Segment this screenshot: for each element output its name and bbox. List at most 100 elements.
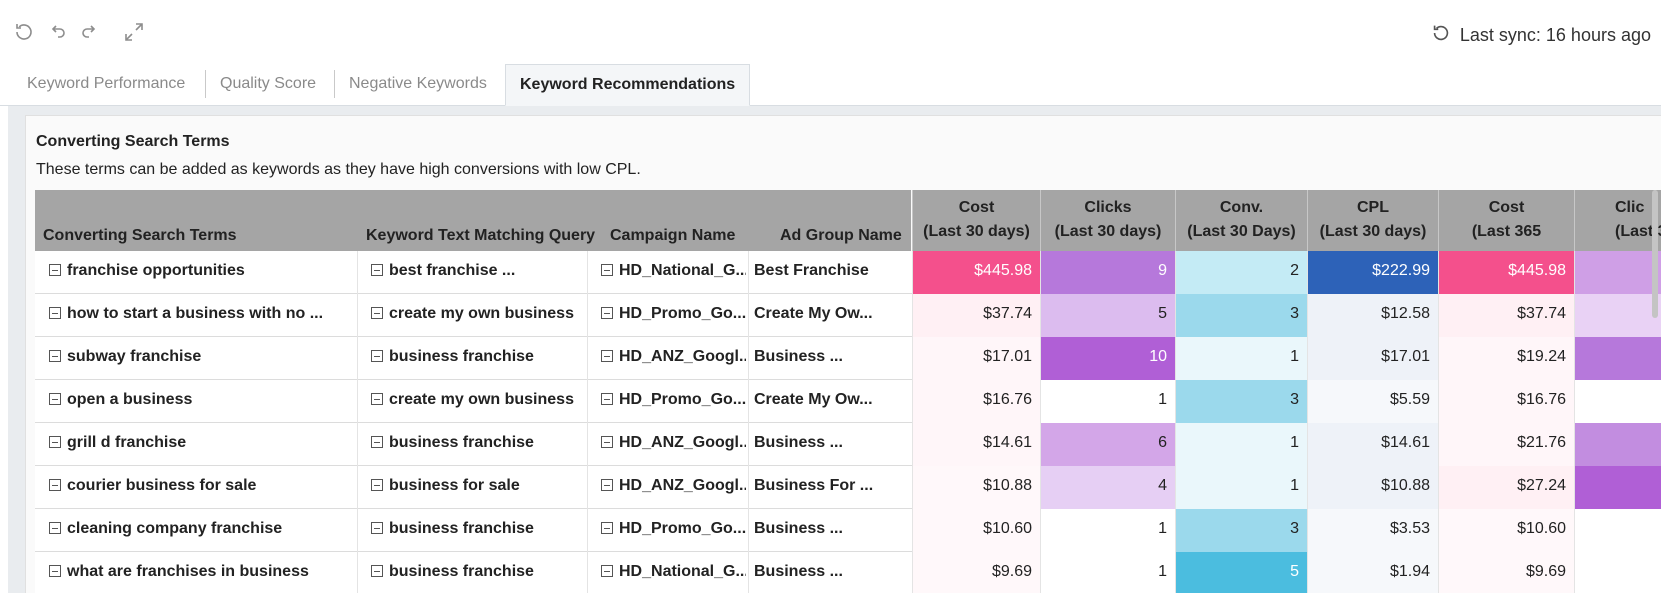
collapse-icon[interactable]: [371, 393, 383, 405]
search-term-cell: cleaning company franchise: [49, 509, 355, 552]
ad-group-cell: Business ...: [754, 509, 901, 552]
vertical-scrollbar[interactable]: [1652, 190, 1658, 318]
cell-text: HD_Promo_Go...: [619, 305, 746, 322]
keyword-text-cell: business franchise: [371, 552, 585, 593]
collapse-icon[interactable]: [601, 350, 613, 362]
table-row[interactable]: cleaning company franchise business franc…: [35, 509, 1661, 552]
header-cpl-30[interactable]: CPL (Last 30 days): [1307, 190, 1438, 251]
collapse-icon[interactable]: [49, 393, 61, 405]
cell-text: Business ...: [754, 563, 843, 580]
clicks30-cell: 5: [1040, 294, 1175, 337]
conv30-cell: 1: [1175, 466, 1307, 509]
clicks30-cell: 1: [1040, 552, 1175, 593]
keyword-text-cell: create my own business: [371, 294, 585, 337]
table-row[interactable]: grill d franchise business franchise HD_AN…: [35, 423, 1661, 466]
cell-text: HD_National_G...: [619, 262, 746, 279]
cpl30-cell: $10.88: [1307, 466, 1438, 509]
header-clicks-30[interactable]: Clicks (Last 30 days): [1040, 190, 1175, 251]
cell-text: subway franchise: [67, 348, 202, 365]
campaign-name-cell: HD_National_G...: [601, 552, 746, 593]
collapse-icon[interactable]: [371, 350, 383, 362]
header-conv-30[interactable]: Conv. (Last 30 Days): [1175, 190, 1307, 251]
collapse-icon[interactable]: [49, 350, 61, 362]
column-divider: [748, 466, 749, 509]
conv30-cell: 3: [1175, 509, 1307, 552]
cell-text: what are franchises in business: [67, 563, 309, 580]
cell-text: Create My Ow...: [754, 305, 873, 322]
cell-text: Business ...: [754, 348, 843, 365]
ad-group-cell: Best Franchise: [754, 251, 901, 294]
collapse-icon[interactable]: [49, 307, 61, 319]
keyword-text-cell: business for sale: [371, 466, 585, 509]
column-divider: [357, 509, 358, 552]
cell-text: HD_ANZ_Googl...: [619, 434, 746, 451]
table-row[interactable]: open a business create my own business HD_…: [35, 380, 1661, 423]
header-campaign-name[interactable]: Campaign Name: [610, 227, 735, 245]
table-row[interactable]: how to start a business with no ... creat…: [35, 294, 1661, 337]
cell-text: create my own business: [389, 391, 574, 408]
header-cost-30[interactable]: Cost (Last 30 days): [912, 190, 1040, 251]
cost30-cell: $10.88: [912, 466, 1040, 509]
collapse-icon[interactable]: [371, 522, 383, 534]
clicks365-cell: [1574, 251, 1661, 294]
panel-title: Converting Search Terms: [36, 133, 230, 150]
header-clicks-365[interactable]: Clic(Last 36: [1574, 190, 1661, 251]
column-divider: [357, 423, 358, 466]
header-keyword-text[interactable]: Keyword Text Matching Query: [366, 227, 595, 245]
collapse-icon[interactable]: [49, 522, 61, 534]
cell-text: Business ...: [754, 434, 843, 451]
collapse-icon[interactable]: [601, 393, 613, 405]
cell-text: business for sale: [389, 477, 520, 494]
cell-text: create my own business: [389, 305, 574, 322]
search-term-cell: what are franchises in business: [49, 552, 355, 593]
sync-icon[interactable]: [1430, 22, 1452, 49]
collapse-icon[interactable]: [371, 264, 383, 276]
tab-keyword-performance[interactable]: Keyword Performance: [13, 70, 199, 98]
column-divider: [357, 251, 358, 294]
collapse-icon[interactable]: [49, 565, 61, 577]
header-search-term[interactable]: Converting Search Terms: [43, 227, 237, 245]
tab-keyword-recommendations[interactable]: Keyword Recommendations: [505, 64, 751, 106]
collapse-icon[interactable]: [371, 565, 383, 577]
column-divider: [587, 337, 588, 380]
header-cost-365[interactable]: Cost (Last 365: [1438, 190, 1574, 251]
last-sync[interactable]: Last sync: 16 hours ago: [1430, 22, 1651, 49]
collapse-icon[interactable]: [601, 264, 613, 276]
collapse-icon[interactable]: [371, 307, 383, 319]
cost30-cell: $17.01: [912, 337, 1040, 380]
table-row[interactable]: franchise opportunities best franchise ..…: [35, 251, 1661, 294]
cost365-cell: $10.60: [1438, 509, 1574, 552]
top-toolbar: Last sync: 16 hours ago: [0, 0, 1661, 62]
collapse-icon[interactable]: [371, 479, 383, 491]
keyword-text-cell: business franchise: [371, 337, 585, 380]
collapse-icon[interactable]: [49, 479, 61, 491]
cost365-cell: $37.74: [1438, 294, 1574, 337]
column-divider: [748, 509, 749, 552]
column-divider: [748, 423, 749, 466]
tab-negative-keywords[interactable]: Negative Keywords: [334, 70, 501, 98]
collapse-icon[interactable]: [601, 522, 613, 534]
expand-icon[interactable]: [122, 20, 146, 44]
tab-quality-score[interactable]: Quality Score: [205, 70, 330, 98]
column-divider: [587, 466, 588, 509]
table-row[interactable]: subway franchise business franchise HD_ANZ…: [35, 337, 1661, 380]
collapse-icon[interactable]: [601, 565, 613, 577]
clicks365-cell: [1574, 423, 1661, 466]
cell-text: HD_National_G...: [619, 563, 746, 580]
refresh-icon[interactable]: [12, 20, 36, 44]
collapse-icon[interactable]: [601, 307, 613, 319]
undo-icon[interactable]: [45, 20, 69, 44]
cost30-cell: $16.76: [912, 380, 1040, 423]
table-row[interactable]: courier business for sale business for sa…: [35, 466, 1661, 509]
collapse-icon[interactable]: [49, 436, 61, 448]
header-ad-group-name[interactable]: Ad Group Name: [780, 227, 902, 245]
table-row[interactable]: what are franchises in business business …: [35, 552, 1661, 593]
collapse-icon[interactable]: [49, 264, 61, 276]
ad-group-cell: Business ...: [754, 423, 901, 466]
cost365-cell: $27.24: [1438, 466, 1574, 509]
collapse-icon[interactable]: [601, 436, 613, 448]
redo-icon[interactable]: [78, 20, 102, 44]
collapse-icon[interactable]: [601, 479, 613, 491]
cell-text: business franchise: [389, 563, 534, 580]
collapse-icon[interactable]: [371, 436, 383, 448]
